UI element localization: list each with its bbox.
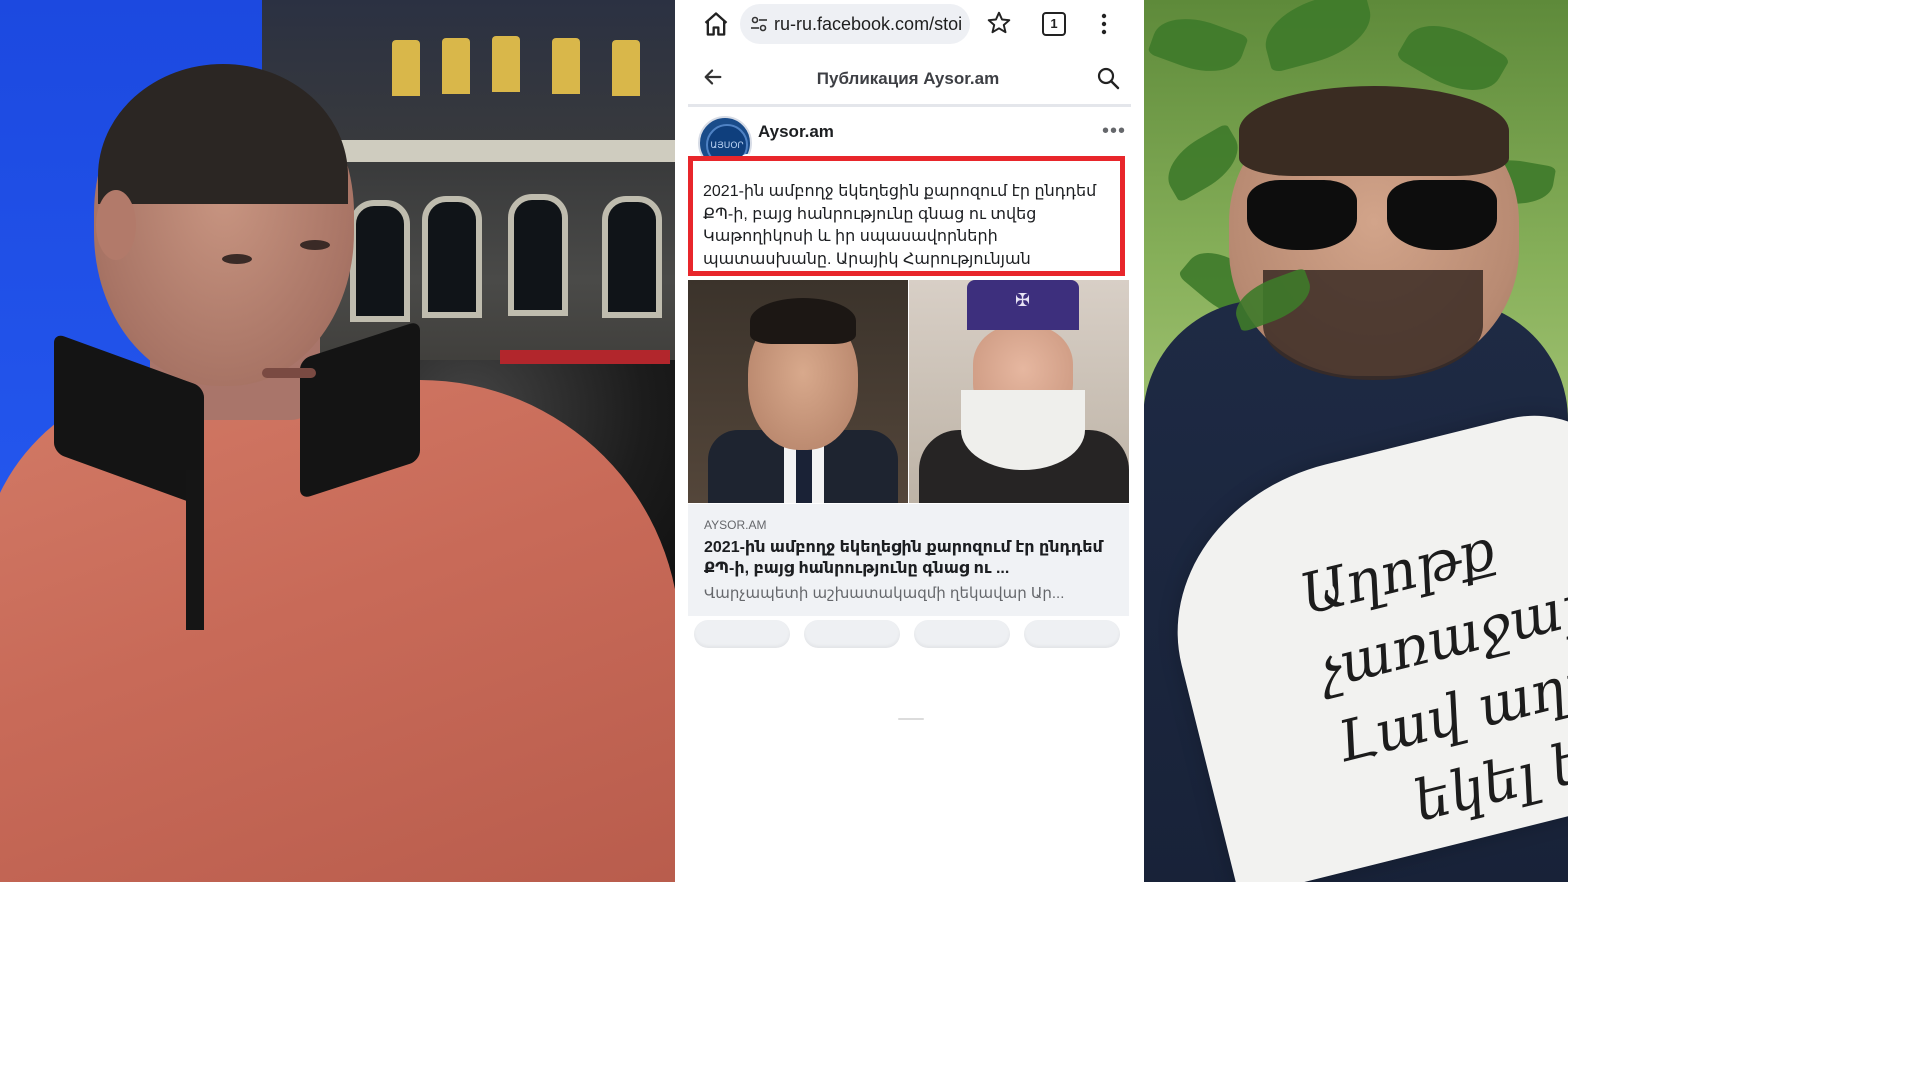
panel-divider	[1142, 0, 1144, 882]
link-preview-card[interactable]: AYSOR.AM 2021-ին ամբողջ եկեղեցին քարոզու…	[688, 504, 1129, 616]
reaction-buttons-row	[694, 620, 1130, 650]
post-text: 2021-ին ամբողջ եկեղեցին քարոզում էր ընդդ…	[703, 183, 1097, 268]
url-text[interactable]: ru-ru.facebook.com/stoi	[774, 14, 964, 35]
share-button[interactable]	[1024, 620, 1120, 648]
zipper	[186, 470, 204, 630]
address-bar[interactable]: ru-ru.facebook.com/stoi	[740, 4, 970, 44]
link-domain: AYSOR.AM	[704, 518, 767, 532]
highlighted-post-text: 2021-ին ամբողջ եկեղեցին քարոզում էր ընդդ…	[688, 156, 1125, 276]
short-hair	[98, 64, 348, 204]
leaf	[1147, 6, 1249, 84]
search-icon[interactable]	[1096, 66, 1120, 90]
browser-toolbar: ru-ru.facebook.com/stoi 1	[676, 0, 1143, 52]
loading-indicator	[898, 718, 924, 720]
man-in-polo-photo	[0, 0, 676, 882]
hair	[1239, 86, 1509, 176]
post-image[interactable]: ✠	[688, 280, 1129, 503]
sunglasses	[1247, 180, 1499, 250]
link-description: Վարչապետի աշխատակազմի ղեկավար Ար...	[704, 585, 1065, 602]
photo-catholicos: ✠	[909, 280, 1129, 503]
left-photo-panel	[0, 0, 676, 882]
eye	[300, 240, 330, 250]
page-title: Публикация Aysor.am	[816, 69, 1000, 88]
eye	[222, 254, 252, 264]
like-button[interactable]	[694, 620, 790, 648]
tabs-icon[interactable]: 1	[1042, 12, 1066, 36]
link-title[interactable]: 2021-ին ամբողջ եկեղեցին քարոզում էր ընդդ…	[704, 537, 1116, 579]
page-name-link[interactable]: Aysor.am	[758, 122, 834, 142]
home-icon[interactable]	[702, 10, 730, 38]
hair	[750, 298, 856, 344]
leaf	[1257, 0, 1379, 74]
star-icon[interactable]	[986, 10, 1012, 36]
white-beard	[961, 390, 1085, 470]
right-photo-panel: Աղոթք չառաջարկե՛լ Լավ աղոթել եկել եմ	[1143, 0, 1568, 882]
more-horiz-icon[interactable]: •••	[1102, 120, 1126, 143]
repost-button[interactable]	[914, 620, 1010, 648]
more-vert-icon[interactable]	[1096, 12, 1112, 36]
back-arrow-icon[interactable]	[702, 66, 724, 88]
comment-button[interactable]	[804, 620, 900, 648]
panel-divider	[675, 0, 677, 882]
photo-man-in-suit	[688, 280, 908, 503]
mouth	[262, 368, 316, 378]
lens	[1247, 180, 1357, 250]
facebook-page-header: Публикация Aysor.am	[688, 54, 1131, 107]
site-settings-icon[interactable]	[750, 15, 768, 33]
ear	[96, 190, 136, 260]
phone-screenshot: ru-ru.facebook.com/stoi 1 Публикация Ays…	[676, 0, 1143, 882]
post-header: ԱՅՍՕՐ Aysor.am •••	[688, 108, 1131, 170]
cross-icon: ✠	[1015, 290, 1031, 310]
lens	[1387, 180, 1497, 250]
